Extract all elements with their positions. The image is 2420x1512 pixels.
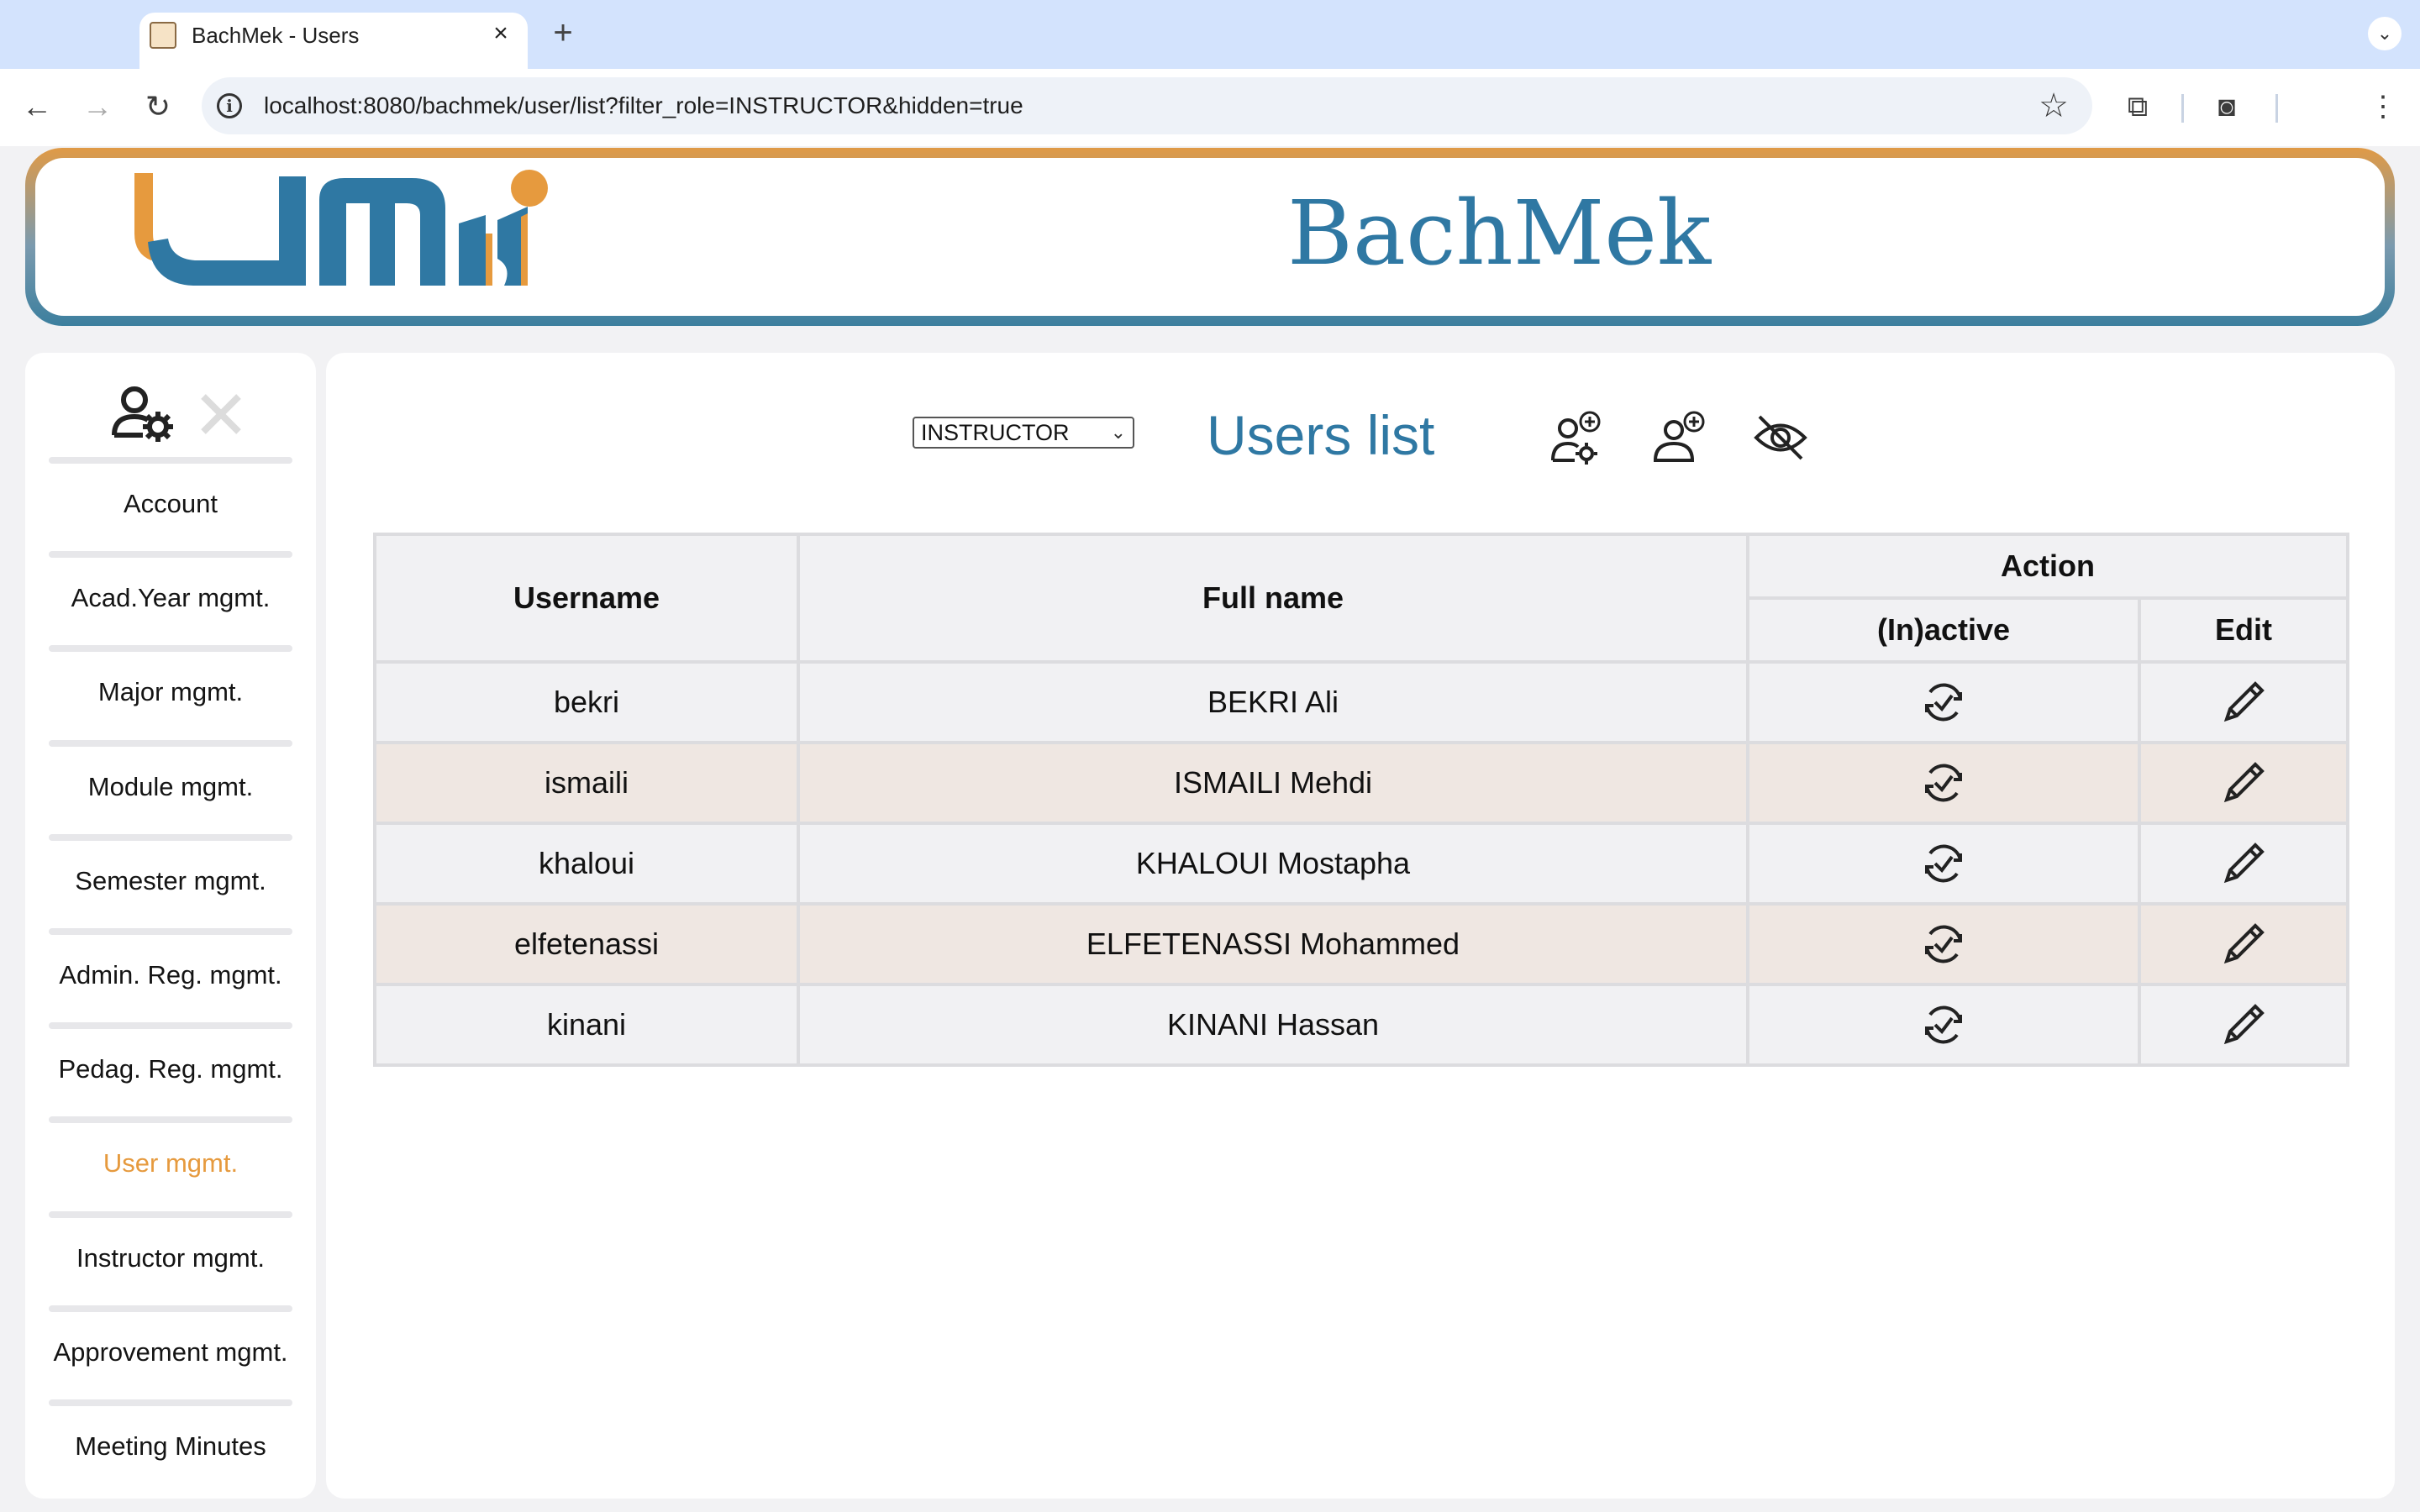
- column-header-inactive: (In)active: [1746, 596, 2141, 664]
- toggle-active-cell: [1746, 983, 2141, 1067]
- tab-title: BachMek - Users: [192, 23, 360, 48]
- browser-toolbar: ← → ↻ i localhost:8080/bachmek/user/list…: [0, 69, 2420, 146]
- username-cell: khaloui: [373, 822, 800, 906]
- full-name-cell: KINANI Hassan: [797, 983, 1749, 1067]
- edit-cell: [2138, 741, 2349, 825]
- edit-cell: [2138, 822, 2349, 906]
- favicon-icon: [150, 22, 176, 49]
- toolbar-divider: [2181, 94, 2184, 123]
- column-header-username: Username: [373, 533, 800, 664]
- toggle-active-cell: [1746, 902, 2141, 986]
- sidebar-divider: [49, 645, 292, 653]
- full-name-cell: ISMAILI Mehdi: [797, 741, 1749, 825]
- table-row: elfetenassi ELFETENASSI Mohammed: [373, 902, 2349, 986]
- edit-cell: [2138, 660, 2349, 744]
- page: BachMek Account Acad.Year mgmt. Major mg…: [0, 146, 2420, 1512]
- toggle-active-icon[interactable]: [1918, 764, 1969, 802]
- edit-icon[interactable]: [2218, 681, 2269, 722]
- add-admin-user-icon[interactable]: [1549, 410, 1605, 465]
- sidebar-item-major-mgmt[interactable]: Major mgmt.: [25, 675, 316, 709]
- star-icon[interactable]: ☆: [2039, 87, 2069, 124]
- chevron-down-icon: ⌄: [1110, 422, 1126, 443]
- sidebar-divider: [49, 928, 292, 935]
- role-filter-select[interactable]: INSTRUCTOR ⌄: [913, 417, 1134, 449]
- hide-icon[interactable]: [1753, 410, 1808, 465]
- sidebar-item-admin-reg-mgmt[interactable]: Admin. Reg. mgmt.: [25, 958, 316, 992]
- add-user-icon[interactable]: [1652, 410, 1707, 465]
- edit-icon[interactable]: [2218, 923, 2269, 964]
- close-icon[interactable]: [198, 391, 244, 437]
- brand-title: BachMek: [1287, 181, 1712, 285]
- back-icon[interactable]: ←: [17, 87, 57, 128]
- sidebar-divider: [49, 1116, 292, 1124]
- address-bar[interactable]: i localhost:8080/bachmek/user/list?filte…: [202, 77, 2092, 134]
- umi-logo[interactable]: [134, 166, 571, 299]
- screenshot-icon[interactable]: ◙: [2207, 87, 2247, 128]
- forward-icon[interactable]: →: [77, 87, 118, 128]
- sidebar-divider: [49, 457, 292, 464]
- column-header-action: Action: [1746, 533, 2349, 600]
- table-row: khaloui KHALOUI Mostapha: [373, 822, 2349, 906]
- menu-icon[interactable]: ⋮: [2363, 87, 2403, 128]
- sidebar-item-meeting-minutes[interactable]: Meeting Minutes: [25, 1430, 316, 1463]
- users-table: Username Full name Action (In)active Edi…: [373, 533, 2349, 1067]
- sidebar-divider: [49, 1210, 292, 1218]
- full-name-cell: ELFETENASSI Mohammed: [797, 902, 1749, 986]
- sidebar-item-approvement-mgmt[interactable]: Approvement mgmt.: [25, 1336, 316, 1369]
- full-name-cell: KHALOUI Mostapha: [797, 822, 1749, 906]
- tab-search-icon[interactable]: ⌄: [2368, 17, 2402, 50]
- edit-icon[interactable]: [2218, 762, 2269, 803]
- site-header: BachMek: [25, 148, 2395, 326]
- sidebar-divider: [49, 739, 292, 747]
- browser-tab-bar: BachMek - Users × + ⌄: [0, 0, 2420, 69]
- edit-cell: [2138, 983, 2349, 1067]
- toggle-active-icon[interactable]: [1918, 844, 1969, 883]
- username-cell: elfetenassi: [373, 902, 800, 986]
- sidebar-item-acad-year-mgmt[interactable]: Acad.Year mgmt.: [25, 581, 316, 615]
- toolbar-divider: [2275, 94, 2278, 123]
- url-text[interactable]: localhost:8080/bachmek/user/list?filter_…: [264, 92, 1023, 119]
- edit-icon[interactable]: [2218, 843, 2269, 884]
- sidebar-divider: [49, 1399, 292, 1406]
- toggle-active-cell: [1746, 660, 2141, 744]
- username-cell: ismaili: [373, 741, 800, 825]
- sidebar-item-semester-mgmt[interactable]: Semester mgmt.: [25, 864, 316, 898]
- username-cell: bekri: [373, 660, 800, 744]
- username-cell: kinani: [373, 983, 800, 1067]
- sidebar-divider: [49, 1022, 292, 1030]
- sidebar: Account Acad.Year mgmt. Major mgmt. Module …: [25, 353, 316, 1499]
- table-row: kinani KINANI Hassan: [373, 983, 2349, 1067]
- sidebar-divider: [49, 551, 292, 559]
- sidebar-item-module-mgmt[interactable]: Module mgmt.: [25, 770, 316, 804]
- info-icon[interactable]: i: [217, 93, 242, 118]
- toggle-active-cell: [1746, 822, 2141, 906]
- extensions-icon[interactable]: ⧉: [2118, 87, 2158, 128]
- sidebar-item-account[interactable]: Account: [25, 487, 316, 521]
- column-header-edit: Edit: [2138, 596, 2349, 664]
- table-row: bekri BEKRI Ali: [373, 660, 2349, 744]
- tab-close-icon[interactable]: ×: [487, 20, 514, 47]
- sidebar-item-user-mgmt[interactable]: User mgmt.: [25, 1147, 316, 1180]
- column-header-full-name: Full name: [797, 533, 1749, 664]
- edit-cell: [2138, 902, 2349, 986]
- reload-icon[interactable]: ↻: [138, 87, 178, 128]
- user-settings-icon[interactable]: [109, 383, 176, 442]
- full-name-cell: BEKRI Ali: [797, 660, 1749, 744]
- page-title: Users list: [1207, 404, 1435, 466]
- new-tab-icon[interactable]: +: [546, 16, 580, 50]
- toggle-active-icon[interactable]: [1918, 925, 1969, 963]
- table-row: ismaili ISMAILI Mehdi: [373, 741, 2349, 825]
- sidebar-item-pedag-reg-mgmt[interactable]: Pedag. Reg. mgmt.: [25, 1053, 316, 1086]
- main-content: INSTRUCTOR ⌄ Users list Username Full na…: [326, 353, 2395, 1499]
- edit-icon[interactable]: [2218, 1004, 2269, 1045]
- sidebar-divider: [49, 833, 292, 841]
- role-filter-value: INSTRUCTOR: [921, 420, 1070, 445]
- toggle-active-cell: [1746, 741, 2141, 825]
- sidebar-divider: [49, 1305, 292, 1312]
- toggle-active-icon[interactable]: [1918, 683, 1969, 722]
- toggle-active-icon[interactable]: [1918, 1005, 1969, 1044]
- sidebar-item-instructor-mgmt[interactable]: Instructor mgmt.: [25, 1242, 316, 1275]
